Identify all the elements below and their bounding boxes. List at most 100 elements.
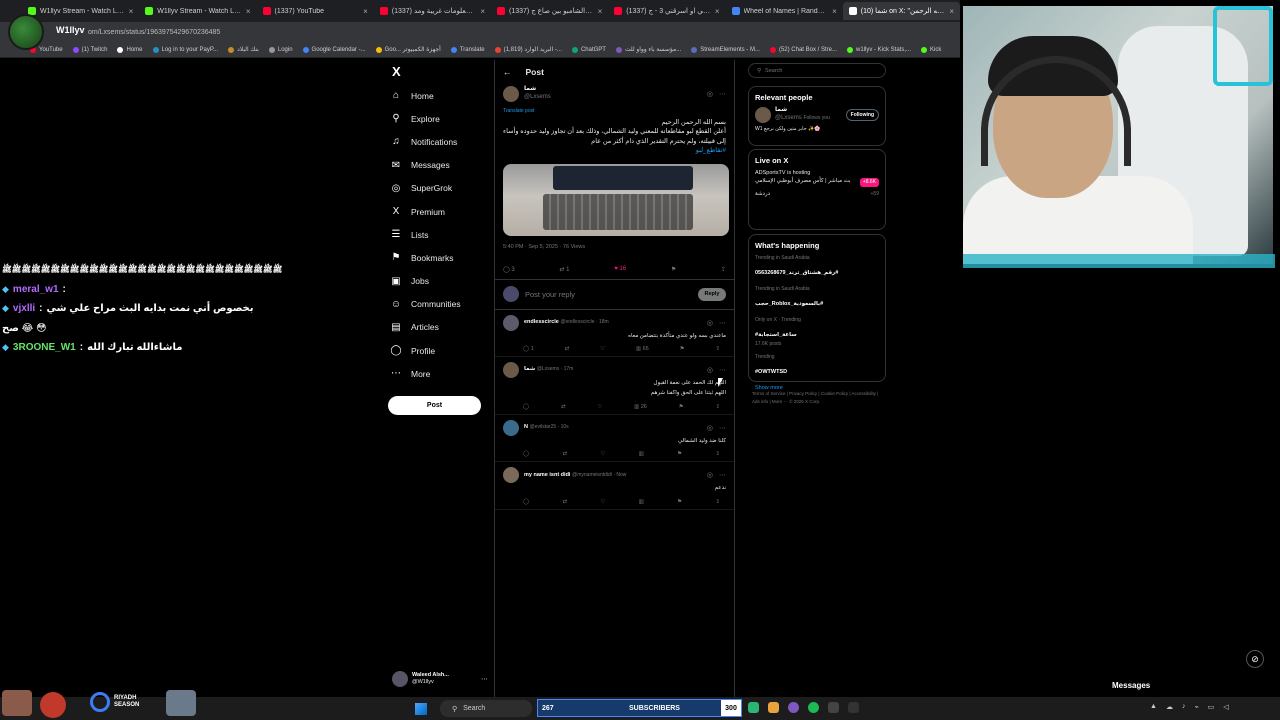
nav-premium[interactable]: X Premium bbox=[390, 200, 490, 223]
messages-drawer[interactable]: Messages bbox=[1112, 681, 1150, 690]
spotify-icon[interactable] bbox=[808, 702, 819, 713]
reply-action[interactable]: ◯ bbox=[523, 404, 529, 410]
bookmark-item[interactable]: ChatGPT bbox=[571, 46, 606, 53]
close-icon[interactable]: × bbox=[363, 7, 368, 16]
nav-lists[interactable]: ☰ Lists bbox=[390, 223, 490, 246]
browser-tab[interactable]: (10) شما on X: "بسم الله الرحمن× bbox=[842, 2, 960, 20]
app-icon[interactable] bbox=[848, 702, 859, 713]
reply-item[interactable]: N @evilstar25 · 10s ◎ ⋯ كلنا ضد وليد الشمال… bbox=[495, 415, 734, 463]
reply-avatar[interactable] bbox=[503, 467, 519, 484]
more-icon[interactable]: ⋯ bbox=[719, 319, 726, 327]
trend-item[interactable]: Trending in Saudi Arabia 0563268679_رقم_ه… bbox=[755, 255, 879, 279]
bookmark-icon[interactable]: ⚑ bbox=[680, 346, 685, 352]
reply-avatar[interactable] bbox=[503, 362, 519, 379]
bookmark-item[interactable]: Kick bbox=[921, 46, 941, 53]
more-icon[interactable]: ⋯ bbox=[719, 471, 726, 479]
nav-articles[interactable]: ▤ Articles bbox=[390, 316, 490, 339]
reply-input[interactable]: Post your reply bbox=[525, 290, 692, 299]
grok-icon[interactable]: ◎ bbox=[707, 366, 713, 374]
share-icon[interactable]: ⇪ bbox=[715, 404, 720, 410]
repost-action[interactable]: ⇄ 1 bbox=[559, 266, 569, 273]
nav-supergrok[interactable]: ◎ SuperGrok bbox=[390, 177, 490, 200]
reply-action[interactable]: ◯ bbox=[523, 451, 529, 457]
bookmark-item[interactable]: Google Calendar -... bbox=[302, 46, 366, 53]
reply-avatar[interactable] bbox=[503, 419, 519, 436]
reply-author[interactable]: شما bbox=[524, 366, 535, 372]
views-action[interactable]: ▥ bbox=[639, 451, 644, 457]
repost-action[interactable]: ⇄ bbox=[562, 499, 567, 505]
windows-start-icon[interactable] bbox=[415, 703, 427, 715]
post-image[interactable] bbox=[503, 163, 729, 236]
grok-icon[interactable]: ◎ bbox=[707, 319, 713, 327]
relevant-name[interactable]: شما bbox=[775, 107, 830, 115]
nav-profile[interactable]: ◯ Profile bbox=[390, 339, 490, 362]
taskbar-search[interactable]: ⚲ Search bbox=[440, 700, 532, 717]
close-icon[interactable]: × bbox=[715, 7, 720, 16]
nav-more[interactable]: ⋯ More bbox=[390, 362, 490, 385]
trend-tag[interactable]: 0563268679_رقم_هشتاق_ترند# bbox=[755, 270, 838, 276]
more-icon[interactable]: ⋯ bbox=[719, 90, 726, 98]
share-icon[interactable]: ⇪ bbox=[715, 346, 720, 352]
trend-item[interactable]: Only on X · Trending #ساعة_استجابة 17.6K p… bbox=[755, 317, 879, 347]
nav-home[interactable]: ⌂ Home bbox=[390, 84, 490, 107]
network-icon[interactable]: ⌁ bbox=[1194, 703, 1198, 711]
browser-tab[interactable]: (1337) اربع معلومات غريبة ومد...× bbox=[374, 2, 491, 20]
trend-tag[interactable]: #ساعة_استجابة bbox=[755, 332, 797, 338]
bookmark-item[interactable]: Login bbox=[268, 46, 293, 53]
back-arrow-icon[interactable]: ← bbox=[503, 67, 512, 77]
views-action[interactable]: ▥ bbox=[639, 499, 644, 505]
cloud-icon[interactable]: ☁ bbox=[1166, 703, 1173, 711]
repost-action[interactable]: ⇄ bbox=[565, 346, 570, 352]
grok-icon[interactable]: ⊘ bbox=[1246, 650, 1264, 668]
bookmark-icon[interactable]: ⚑ bbox=[671, 266, 676, 273]
volume-icon[interactable]: ◁ bbox=[1223, 703, 1228, 711]
reply-button[interactable]: Reply bbox=[698, 287, 726, 301]
heart-action[interactable]: ♡ bbox=[600, 451, 605, 457]
reply-item[interactable]: شما @Lxsems · 17m ◎ ⋯ اللهم لك الحمد على نع… bbox=[495, 357, 734, 415]
live-card[interactable]: Live on X ADSportsTV is hosting بث مباشر… bbox=[748, 149, 886, 230]
grok-icon[interactable]: ◎ bbox=[707, 424, 713, 432]
nav-notifications[interactable]: ♫ Notifications bbox=[390, 130, 490, 153]
reply-item[interactable]: my name isnt didi @mynameisntdidi · Now ◎… bbox=[495, 462, 734, 511]
browser-tab[interactable]: (1337) شاركني او اسرقني 3 - ج... × bbox=[608, 2, 725, 20]
views-action[interactable]: ▥ 65 bbox=[636, 346, 649, 352]
browser-tab[interactable]: W1llyv Stream - Watch Live on × bbox=[139, 2, 256, 20]
app-icon[interactable] bbox=[788, 702, 799, 713]
reply-avatar[interactable] bbox=[503, 314, 519, 331]
share-icon[interactable]: ⇪ bbox=[715, 451, 720, 457]
author-avatar[interactable] bbox=[503, 86, 519, 102]
browser-tab[interactable]: (1337) YouTube × bbox=[257, 2, 374, 20]
heart-action[interactable]: ♡ bbox=[600, 346, 605, 352]
bookmark-item[interactable]: (1,819) البريد الوارد -... bbox=[494, 46, 562, 53]
search-input[interactable]: ⚲ Search bbox=[748, 63, 886, 78]
bookmark-item[interactable]: (52) Chat Box / Stre... bbox=[769, 46, 837, 53]
reply-author[interactable]: N bbox=[524, 424, 528, 430]
close-icon[interactable]: × bbox=[832, 7, 837, 16]
bookmark-item[interactable]: w1llyv - Kick Stats,... bbox=[846, 46, 911, 53]
hashtag-link[interactable]: #نقاطع_لبو bbox=[503, 146, 726, 155]
share-icon[interactable]: ⇪ bbox=[721, 266, 726, 273]
trend-item[interactable]: Trending #OWTWTSD bbox=[755, 354, 879, 378]
chevron-up-icon[interactable]: ▲ bbox=[1150, 703, 1157, 711]
share-icon[interactable]: ⇪ bbox=[715, 499, 720, 505]
chat-username[interactable]: meral_w1 bbox=[13, 284, 59, 295]
bookmark-item[interactable]: Log in to your PayP... bbox=[152, 46, 218, 53]
repost-action[interactable]: ⇄ bbox=[562, 451, 567, 457]
repost-action[interactable]: ⇄ bbox=[561, 404, 566, 410]
more-icon[interactable]: ⋯ bbox=[719, 366, 726, 374]
close-icon[interactable]: × bbox=[480, 7, 485, 16]
bookmark-item[interactable]: مؤسسة باء وواو للت... bbox=[615, 46, 681, 53]
nav-communities[interactable]: ☺ Communities bbox=[390, 293, 490, 316]
bookmark-icon[interactable]: ⚑ bbox=[677, 451, 682, 457]
footer-links[interactable]: Terms of Service | Privacy Policy | Cook… bbox=[752, 390, 882, 406]
trend-tag[interactable]: حجب_Roblox_بالسعودية# bbox=[755, 301, 823, 307]
app-icon[interactable] bbox=[768, 702, 779, 713]
app-icon[interactable] bbox=[828, 702, 839, 713]
chat-username[interactable]: vjxlli bbox=[13, 303, 35, 314]
reply-action[interactable]: ◯ 1 bbox=[523, 346, 534, 352]
author-name[interactable]: شما bbox=[524, 86, 551, 94]
like-action[interactable]: ♥ 16 bbox=[614, 266, 626, 273]
reply-action[interactable]: ◯ 3 bbox=[503, 266, 515, 273]
close-icon[interactable]: × bbox=[246, 7, 251, 16]
more-icon[interactable]: ⋯ bbox=[719, 424, 726, 432]
